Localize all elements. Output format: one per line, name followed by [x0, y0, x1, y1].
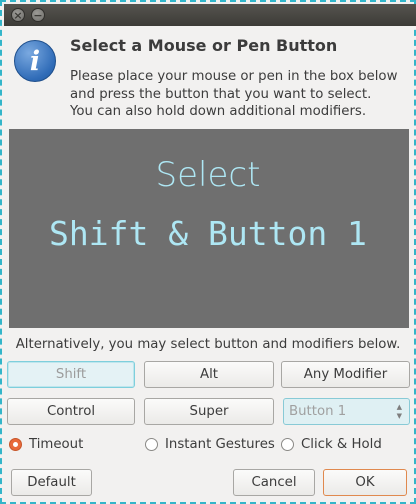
close-icon[interactable]: ×: [11, 8, 25, 22]
spinner-arrows[interactable]: ▲ ▼: [397, 403, 402, 421]
default-button[interactable]: Default: [11, 469, 92, 496]
dialog-description: Please place your mouse or pen in the bo…: [70, 68, 410, 121]
description-line: Please place your mouse or pen in the bo…: [70, 69, 398, 84]
spinner-up-icon[interactable]: ▲: [397, 403, 402, 412]
super-toggle-button[interactable]: Super: [144, 398, 274, 425]
control-toggle-button[interactable]: Control: [7, 398, 135, 425]
title-bar: × −: [4, 4, 416, 26]
minimize-icon[interactable]: −: [31, 8, 45, 22]
alternative-hint: Alternatively, you may select button and…: [15, 337, 401, 352]
radio-click-and-hold[interactable]: Click & Hold: [281, 437, 382, 452]
cancel-button[interactable]: Cancel: [233, 469, 315, 496]
radio-instant-gestures-indicator[interactable]: [145, 438, 158, 451]
radio-click-and-hold-indicator[interactable]: [281, 438, 294, 451]
radio-timeout-label: Timeout: [29, 437, 84, 452]
alt-toggle-button[interactable]: Alt: [144, 361, 274, 388]
captured-combination: Shift & Button 1: [49, 214, 367, 253]
radio-timeout-indicator[interactable]: [9, 438, 22, 451]
radio-click-and-hold-label: Click & Hold: [301, 437, 382, 452]
radio-instant-gestures[interactable]: Instant Gestures: [145, 437, 275, 452]
info-icon: i: [14, 40, 56, 82]
spinner-down-icon[interactable]: ▼: [397, 412, 402, 421]
description-line: You can also hold down additional modifi…: [70, 104, 367, 119]
radio-instant-gestures-label: Instant Gestures: [165, 437, 275, 452]
button-number-spinner[interactable]: Button 1 ▲ ▼: [283, 398, 410, 425]
ok-button[interactable]: OK: [323, 469, 407, 496]
button-number-value: Button 1: [289, 404, 347, 419]
dialog-title: Select a Mouse or Pen Button: [70, 36, 338, 55]
capture-prompt: Select: [155, 155, 261, 195]
radio-timeout[interactable]: Timeout: [9, 437, 83, 452]
any-modifier-toggle-button[interactable]: Any Modifier: [281, 361, 410, 388]
description-line: and press the button that you want to se…: [70, 86, 372, 102]
shift-toggle-button[interactable]: Shift: [7, 361, 135, 388]
